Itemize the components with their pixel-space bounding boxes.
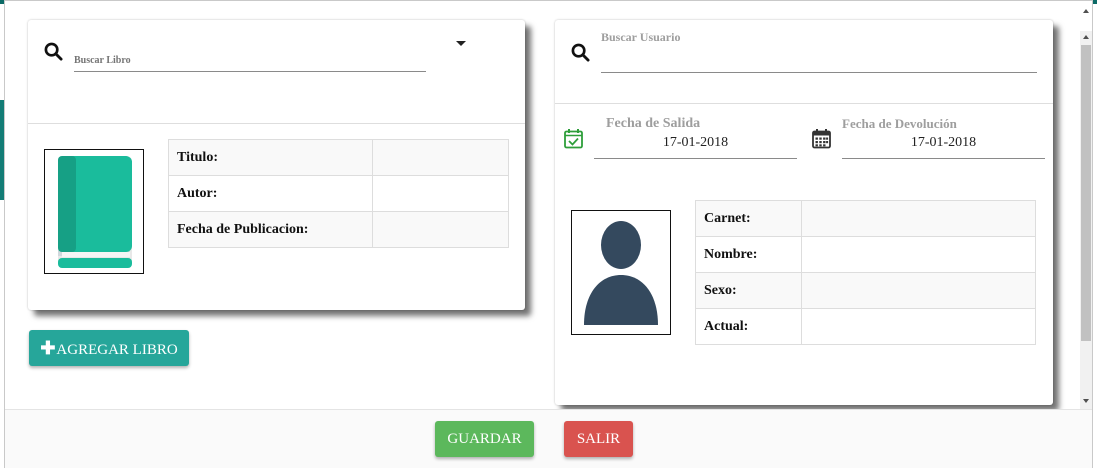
book-info-table: Titulo: Autor: Fecha de Publicacion: (168, 139, 509, 248)
scrollbar-thumb[interactable] (1081, 45, 1091, 341)
table-row: Fecha de Publicacion: (168, 211, 509, 248)
scroll-down-icon[interactable] (1083, 399, 1089, 403)
user-nombre-value (801, 236, 1036, 273)
devolucion-date-value: 17-01-2018 (910, 135, 977, 150)
book-icon (58, 156, 132, 268)
table-row: Titulo: (168, 139, 509, 176)
save-button[interactable]: GUARDAR (435, 421, 534, 457)
modal-footer: GUARDAR SALIR (5, 409, 1092, 468)
user-sexo-value (801, 272, 1036, 309)
search-icon (571, 43, 590, 62)
table-row: Autor: (168, 175, 509, 212)
exit-button[interactable]: SALIR (564, 421, 633, 457)
user-silhouette-icon (584, 221, 658, 325)
book-search-input[interactable] (74, 50, 426, 72)
user-search-input[interactable] (601, 50, 1037, 73)
search-icon (44, 42, 63, 61)
salida-date-value: 17-01-2018 (662, 135, 729, 150)
user-carnet-value (801, 200, 1036, 237)
book-card: Titulo: Autor: Fecha de Publicacion: (28, 20, 525, 310)
user-nombre-label: Nombre: (695, 236, 802, 273)
modal-scrollbar[interactable] (1080, 31, 1092, 409)
book-pubdate-label: Fecha de Publicacion: (168, 211, 373, 248)
user-actual-value (801, 308, 1036, 345)
book-image (44, 149, 144, 274)
book-title-label: Titulo: (168, 139, 373, 176)
card-divider (555, 103, 1053, 104)
calendar-check-icon (564, 128, 583, 154)
scroll-top-arrow-icon[interactable] (1083, 9, 1089, 13)
loan-modal: Titulo: Autor: Fecha de Publicacion: ✚AG… (4, 0, 1093, 468)
book-pubdate-value (372, 211, 509, 248)
book-author-label: Autor: (168, 175, 373, 212)
table-row: Sexo: (695, 272, 1036, 309)
user-sexo-label: Sexo: (695, 272, 802, 309)
plus-icon: ✚ (40, 337, 56, 358)
calendar-icon (812, 128, 831, 154)
user-avatar (571, 210, 671, 335)
book-author-value (372, 175, 509, 212)
chevron-down-icon[interactable] (456, 41, 466, 46)
add-book-button[interactable]: ✚AGREGAR LIBRO (29, 330, 189, 366)
user-carnet-label: Carnet: (695, 200, 802, 237)
book-title-value (372, 139, 509, 176)
table-row: Nombre: (695, 236, 1036, 273)
salida-date-field[interactable]: 17-01-2018 (594, 132, 797, 159)
user-info-table: Carnet: Nombre: Sexo: Actual: (695, 200, 1036, 345)
user-card: Buscar Usuario Fecha de Salida 17-01-201… (555, 20, 1053, 405)
scroll-up-icon[interactable] (1083, 35, 1089, 39)
table-row: Actual: (695, 308, 1036, 345)
user-actual-label: Actual: (695, 308, 802, 345)
salida-label: Fecha de Salida (606, 116, 701, 131)
devolucion-label: Fecha de Devolución (842, 116, 957, 131)
user-search-label: Buscar Usuario (601, 30, 681, 44)
table-row: Carnet: (695, 200, 1036, 237)
card-divider (28, 123, 525, 124)
devolucion-date-field[interactable]: 17-01-2018 (842, 132, 1045, 159)
add-book-label: AGREGAR LIBRO (56, 341, 178, 358)
